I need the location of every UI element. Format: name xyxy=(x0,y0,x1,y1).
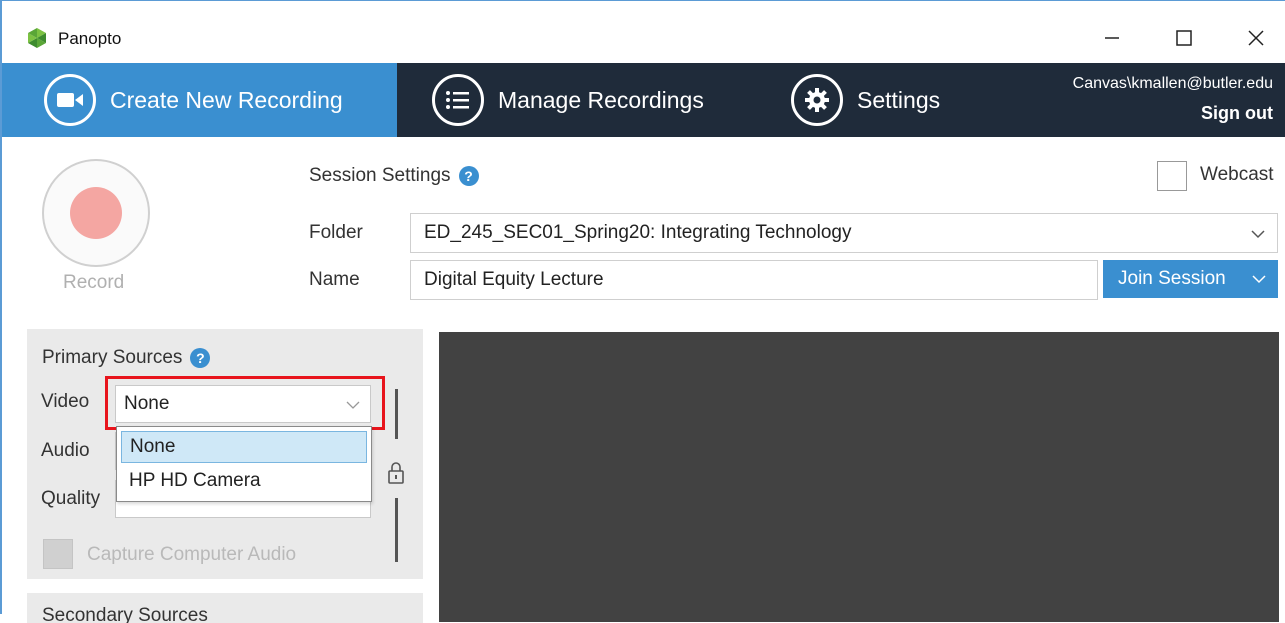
record-button[interactable] xyxy=(42,159,150,267)
tab-create-new-recording[interactable]: Create New Recording xyxy=(2,63,397,137)
secondary-sources-panel: Secondary Sources xyxy=(27,593,423,623)
join-session-label: Join Session xyxy=(1118,268,1226,289)
panopto-logo-icon xyxy=(28,28,46,48)
folder-label: Folder xyxy=(309,222,363,243)
session-settings-label: Session Settings xyxy=(309,165,451,186)
list-icon xyxy=(432,74,484,126)
join-session-button[interactable]: Join Session xyxy=(1103,260,1278,298)
annotation-highlight xyxy=(105,376,385,430)
webcast-checkbox[interactable] xyxy=(1157,161,1187,191)
capture-computer-audio-label: Capture Computer Audio xyxy=(87,544,297,565)
help-icon[interactable]: ? xyxy=(190,347,211,368)
tab-label: Settings xyxy=(857,86,941,113)
maximize-button[interactable] xyxy=(1164,21,1204,55)
session-name-value: Digital Equity Lecture xyxy=(424,269,604,290)
webcast-label: Webcast xyxy=(1200,164,1274,185)
tab-manage-recordings[interactable]: Manage Recordings xyxy=(432,63,704,137)
minimize-icon xyxy=(1105,37,1119,39)
video-option-hp-hd-camera[interactable]: HP HD Camera xyxy=(121,465,367,497)
video-dropdown-list: None HP HD Camera xyxy=(116,426,372,502)
title-bar: Panopto xyxy=(2,1,1285,63)
window-title: Panopto xyxy=(58,29,122,48)
video-option-none[interactable]: None xyxy=(121,431,367,463)
quality-label: Quality xyxy=(41,488,101,509)
folder-select[interactable]: ED_245_SEC01_Spring20: Integrating Techn… xyxy=(410,213,1278,253)
record-icon xyxy=(70,187,122,239)
main-nav: Create New Recording Manage Recordings S… xyxy=(2,63,1285,137)
tab-settings[interactable]: Settings xyxy=(791,63,940,137)
help-icon[interactable]: ? xyxy=(458,165,479,186)
record-label: Record xyxy=(63,272,125,293)
audio-level-slider[interactable] xyxy=(395,498,398,562)
tab-label: Manage Recordings xyxy=(498,86,704,113)
folder-value: ED_245_SEC01_Spring20: Integrating Techn… xyxy=(424,222,852,243)
audio-label: Audio xyxy=(41,440,90,461)
name-label: Name xyxy=(309,269,360,290)
video-camera-icon xyxy=(44,74,96,126)
maximize-icon xyxy=(1176,30,1192,46)
chevron-down-icon xyxy=(1252,275,1266,284)
session-name-input[interactable]: Digital Equity Lecture xyxy=(410,260,1098,300)
video-level-slider[interactable] xyxy=(395,389,398,439)
minimize-button[interactable] xyxy=(1092,21,1132,55)
primary-sources-title: Primary Sources? xyxy=(42,347,211,369)
video-label: Video xyxy=(41,391,90,412)
user-account: Canvas\kmallen@butler.edu xyxy=(1072,75,1273,92)
secondary-sources-title: Secondary Sources xyxy=(42,605,208,623)
video-preview xyxy=(439,332,1279,622)
panopto-window: Panopto Create New Recording Manage Reco… xyxy=(0,0,1285,623)
close-button[interactable] xyxy=(1236,21,1276,55)
lock-icon[interactable] xyxy=(387,461,405,485)
session-settings-title: Session Settings? xyxy=(309,165,479,187)
close-icon xyxy=(1248,30,1264,46)
chevron-down-icon xyxy=(1251,230,1265,239)
primary-sources-label: Primary Sources xyxy=(42,347,183,368)
gear-icon xyxy=(791,74,843,126)
tab-label: Create New Recording xyxy=(110,86,343,113)
sign-out-link[interactable]: Sign out xyxy=(1201,103,1273,124)
capture-computer-audio-checkbox[interactable] xyxy=(43,539,73,569)
